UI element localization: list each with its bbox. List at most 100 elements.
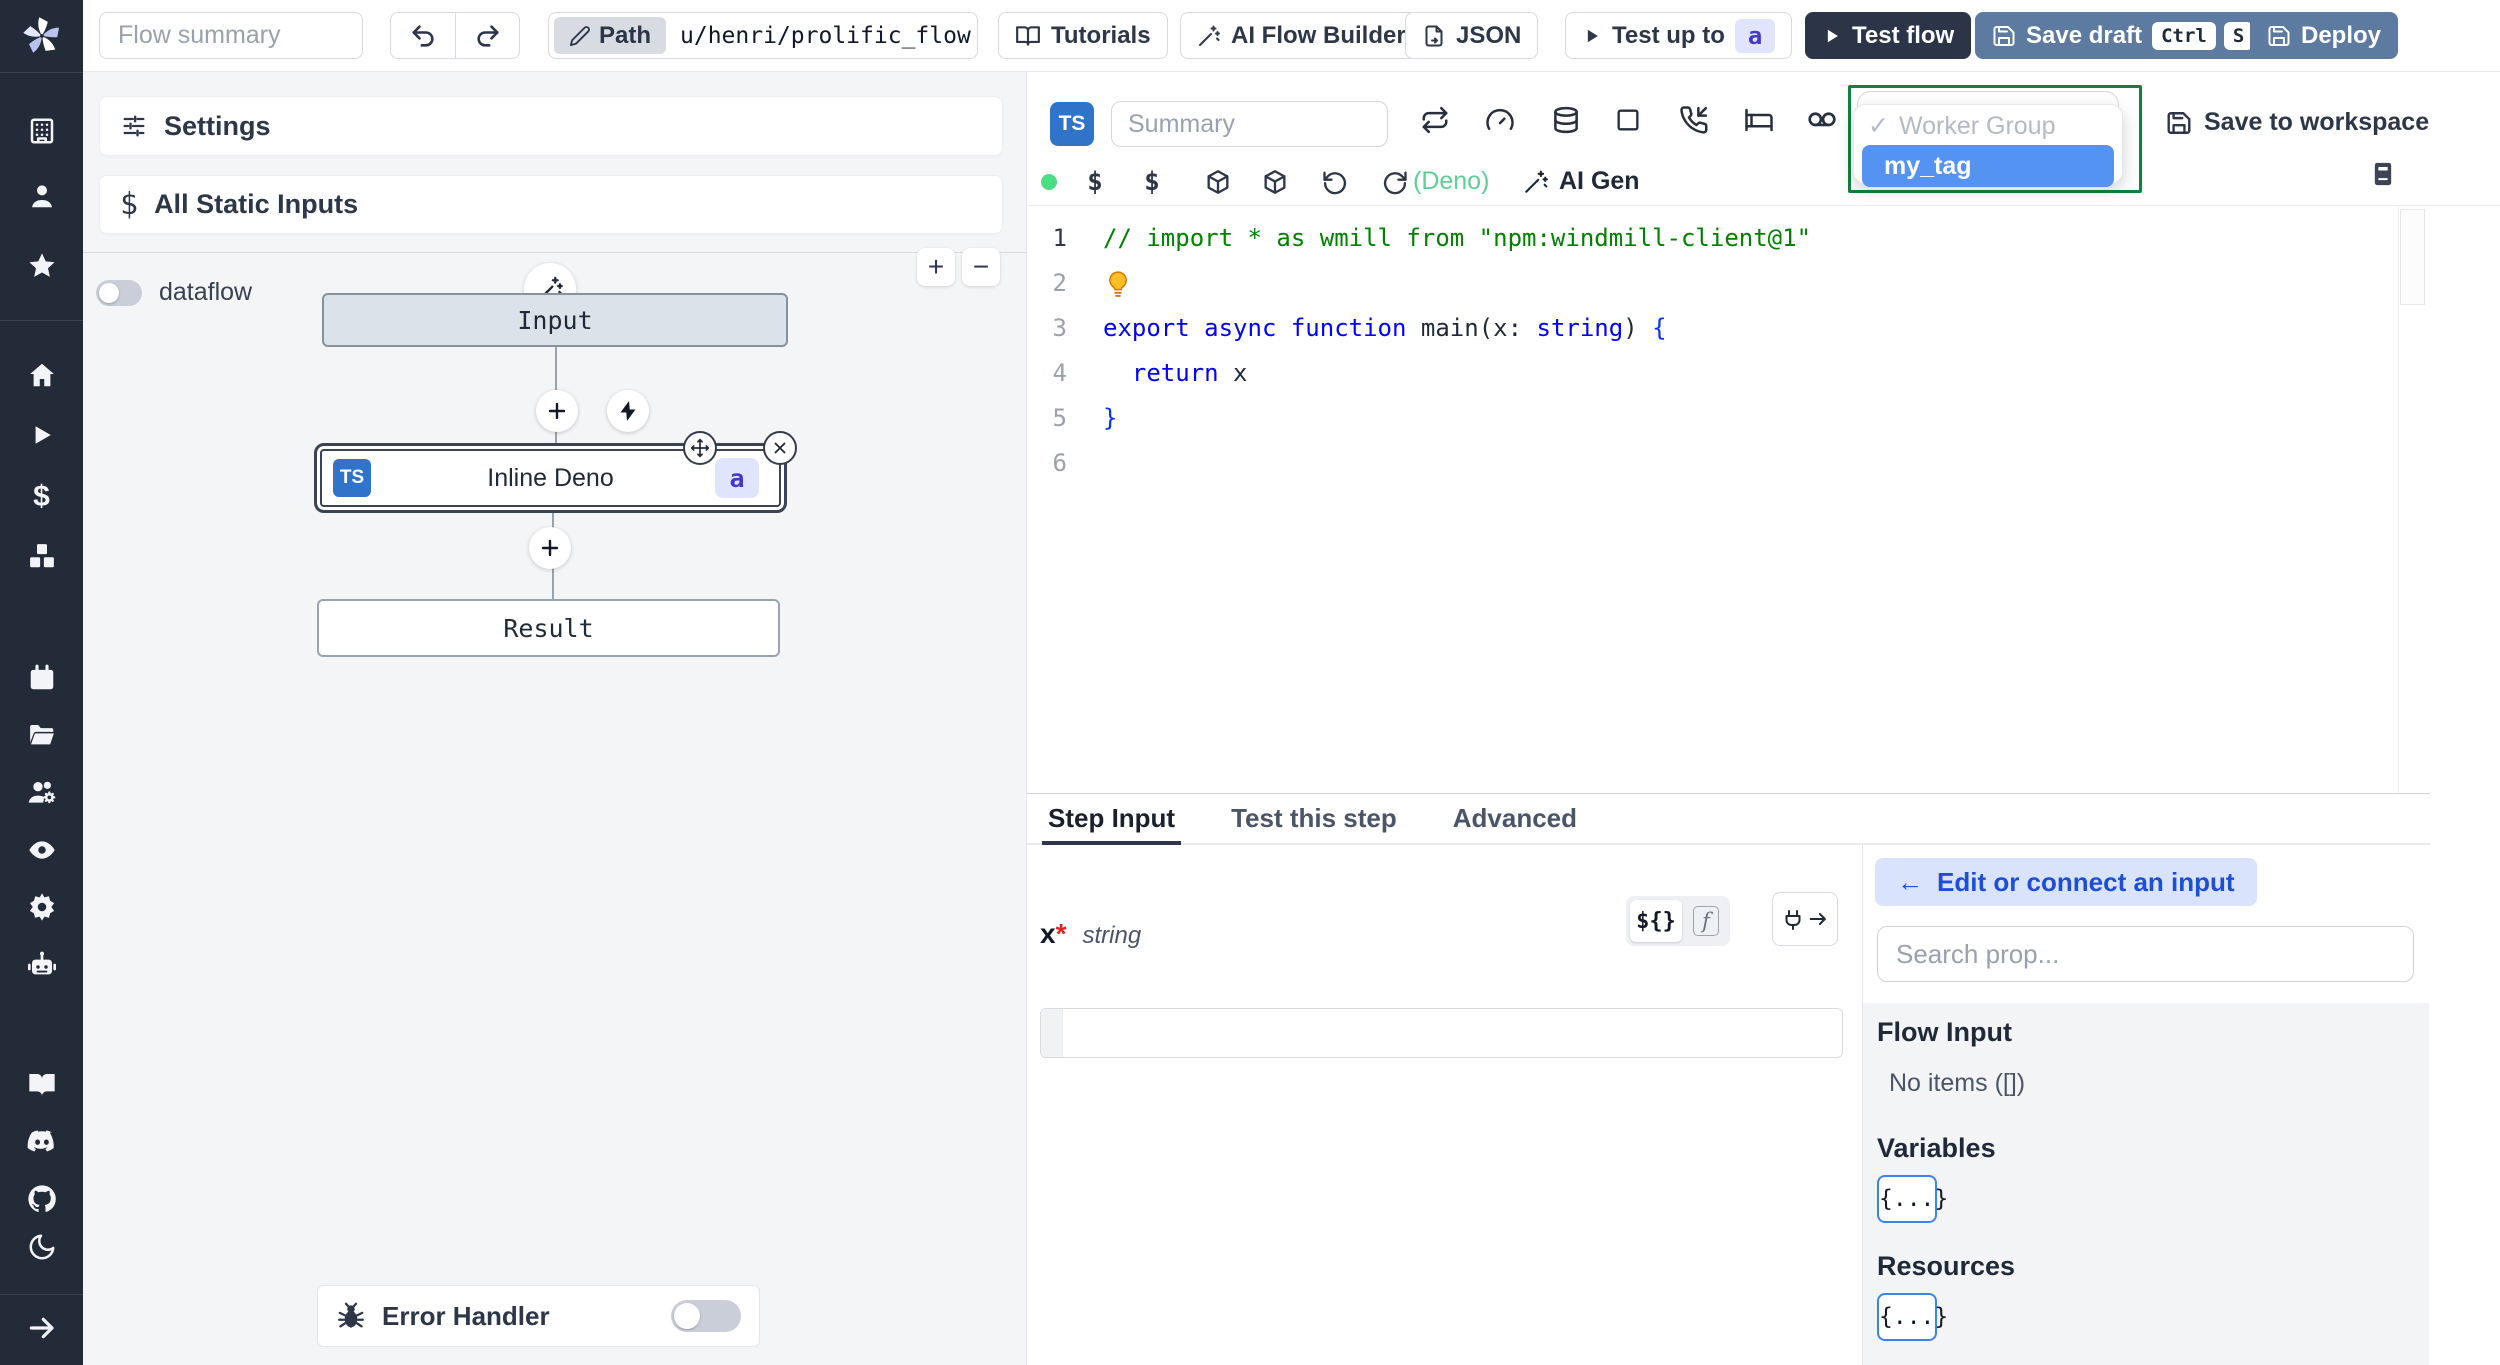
book-open-icon[interactable] xyxy=(26,1068,58,1100)
tab-test-this-step[interactable]: Test this step xyxy=(1231,794,1397,843)
cache-database-icon[interactable] xyxy=(1551,105,1581,135)
github-icon[interactable] xyxy=(26,1183,58,1215)
ai-gen-button[interactable]: AI Gen xyxy=(1523,167,1640,196)
discord-icon[interactable] xyxy=(26,1125,58,1157)
template-mode-button[interactable]: ${} xyxy=(1630,900,1682,942)
dollar-icon[interactable]: $ xyxy=(1144,167,1160,197)
connect-input-button[interactable] xyxy=(1772,892,1838,946)
dataflow-toggle[interactable] xyxy=(96,280,142,306)
arrow-right-icon[interactable] xyxy=(26,1312,58,1344)
zap-button[interactable] xyxy=(607,390,649,432)
save-draft-label: Save draft xyxy=(2026,21,2143,49)
undo-button[interactable] xyxy=(391,13,455,58)
error-handler-row[interactable]: Error Handler xyxy=(317,1285,760,1347)
redo-button[interactable] xyxy=(455,13,519,58)
input-mode-toggle: ${} f xyxy=(1626,896,1730,946)
tab-advanced[interactable]: Advanced xyxy=(1453,794,1577,843)
resources-chip[interactable]: {...} xyxy=(1877,1293,1948,1341)
code-line[interactable]: 6 xyxy=(1027,441,2500,486)
edit-path-button[interactable]: Path xyxy=(554,17,667,54)
test-up-to-button[interactable]: Test up to a xyxy=(1565,12,1793,59)
delete-node-button[interactable] xyxy=(763,431,797,465)
flow-graph-panel: Settings $ All Static Inputs dataflow + … xyxy=(83,72,1027,1365)
boxes-icon[interactable] xyxy=(26,540,58,572)
building-icon[interactable] xyxy=(26,115,58,147)
flow-summary-input[interactable] xyxy=(99,12,363,59)
code-line[interactable]: 3 export async function main (x: string) { xyxy=(1027,306,2500,351)
field-name: x xyxy=(1040,918,1056,949)
worker-group-option-selected[interactable]: my_tag xyxy=(1862,145,2114,187)
step-node-label: Inline Deno xyxy=(487,463,614,492)
user-icon[interactable] xyxy=(26,180,58,212)
search-prop-input[interactable] xyxy=(1877,926,2414,982)
code-line[interactable]: 5} xyxy=(1027,396,2500,441)
library-book-icon[interactable] xyxy=(2369,160,2397,188)
dollar-icon[interactable]: $ xyxy=(26,480,58,513)
summary-input[interactable] xyxy=(1111,101,1388,147)
play-icon xyxy=(1822,26,1842,46)
tutorials-button[interactable]: Tutorials xyxy=(998,12,1168,59)
runtime-label[interactable]: (Deno) xyxy=(1413,167,1489,196)
all-static-inputs-row[interactable]: $ All Static Inputs xyxy=(99,175,1003,234)
bot-icon[interactable] xyxy=(26,949,58,981)
star-icon[interactable] xyxy=(26,250,58,282)
sleep-bed-icon[interactable] xyxy=(1744,105,1774,135)
arrow-right-icon xyxy=(1807,908,1829,930)
retries-repeat-icon[interactable] xyxy=(1420,105,1450,135)
zoom-in-button[interactable]: + xyxy=(917,248,955,286)
edit-or-connect-button[interactable]: ← Edit or connect an input xyxy=(1875,858,2257,906)
home-icon[interactable] xyxy=(26,359,58,391)
package-icon[interactable] xyxy=(1204,168,1232,196)
code-line[interactable]: 1// import * as wmill from "npm:windmill… xyxy=(1027,216,2500,261)
left-nav-sidebar: $ xyxy=(0,0,83,1365)
ai-flow-builder-button[interactable]: AI Flow Builder xyxy=(1180,12,1423,59)
windmill-logo[interactable] xyxy=(19,13,65,59)
folder-open-icon[interactable] xyxy=(26,719,58,751)
mock-voicemail-icon[interactable] xyxy=(1806,104,1838,136)
path-value-input[interactable] xyxy=(666,22,990,49)
result-node[interactable]: Result xyxy=(317,599,780,657)
save-to-workspace-button[interactable]: Save to workspace xyxy=(2166,108,2429,137)
save-draft-button[interactable]: Save draft Ctrl S xyxy=(1975,12,2271,59)
dollar-icon[interactable]: $ xyxy=(1087,167,1103,197)
users-settings-icon[interactable] xyxy=(26,776,58,808)
eye-icon[interactable] xyxy=(26,834,58,866)
deploy-button[interactable]: Deploy xyxy=(2250,12,2399,59)
editor-scrollbar-thumb[interactable] xyxy=(2400,209,2425,305)
code-editor[interactable]: 1// import * as wmill from "npm:windmill… xyxy=(1027,205,2500,793)
code-line[interactable]: 2 xyxy=(1027,261,2500,306)
field-type: string xyxy=(1082,922,1142,949)
settings-gear-icon[interactable] xyxy=(26,891,58,923)
package-icon[interactable] xyxy=(1261,168,1289,196)
lightbulb-icon xyxy=(1109,270,1127,297)
moon-icon[interactable] xyxy=(26,1231,58,1263)
play-icon[interactable] xyxy=(26,419,58,451)
suspend-phone-icon[interactable] xyxy=(1679,105,1709,135)
concurrency-square-icon[interactable] xyxy=(1614,106,1642,134)
input-node[interactable]: Input xyxy=(322,293,788,347)
add-step-button[interactable] xyxy=(536,390,578,432)
worker-group-placeholder-option[interactable]: ✓ Worker Group xyxy=(1854,109,2122,143)
move-node-handle[interactable] xyxy=(683,431,717,465)
code-line[interactable]: 4 return x xyxy=(1027,351,2500,396)
ts-lang-badge[interactable]: TS xyxy=(1050,102,1094,146)
tab-step-input[interactable]: Step Input xyxy=(1041,794,1182,845)
history-rotate-ccw-icon[interactable] xyxy=(1321,168,1349,196)
add-step-button[interactable] xyxy=(529,527,571,569)
test-flow-button[interactable]: Test flow xyxy=(1805,12,1972,59)
deploy-label: Deploy xyxy=(2301,21,2382,49)
gauge-icon[interactable] xyxy=(1485,105,1515,135)
field-x-input[interactable] xyxy=(1063,1009,1842,1057)
flow-settings-row[interactable]: Settings xyxy=(99,96,1003,156)
edit-or-connect-label: Edit or connect an input xyxy=(1937,866,2235,897)
wand-icon xyxy=(1523,169,1549,195)
calendar-icon[interactable] xyxy=(26,662,58,694)
check-icon: ✓ xyxy=(1868,112,1889,140)
json-button[interactable]: JSON xyxy=(1405,12,1539,59)
error-handler-toggle[interactable] xyxy=(671,1300,741,1332)
variables-chip[interactable]: {...} xyxy=(1877,1175,1948,1223)
function-mode-button[interactable]: f xyxy=(1686,906,1726,936)
pencil-icon xyxy=(569,25,591,47)
zoom-out-button[interactable]: − xyxy=(962,248,1000,286)
reload-rotate-cw-icon[interactable] xyxy=(1381,168,1409,196)
